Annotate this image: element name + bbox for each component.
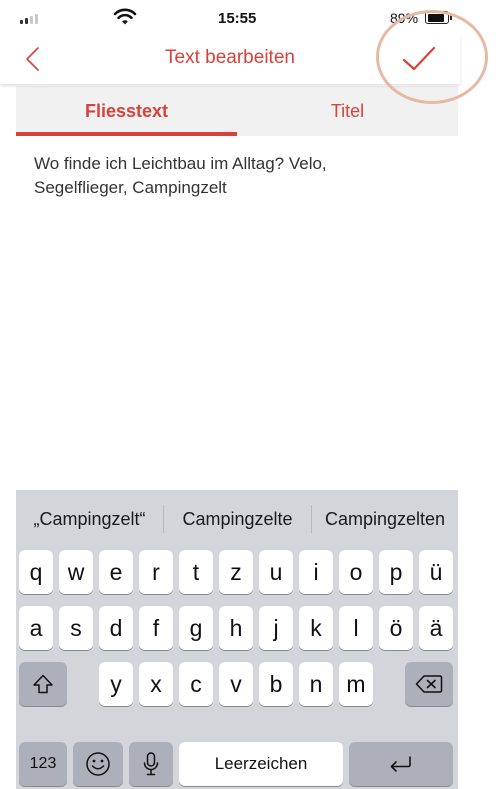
emoji-key[interactable] [73,742,123,786]
tab-selected-indicator [16,132,237,136]
battery-cap [450,15,452,20]
key-r[interactable]: r [139,550,173,594]
key-n[interactable]: n [299,662,333,706]
suggestion-3[interactable]: Campingzelten [312,490,458,548]
key-y[interactable]: y [99,662,133,706]
wifi-icon [113,8,137,25]
return-icon [390,756,411,772]
key-t[interactable]: t [179,550,213,594]
tab-titel[interactable]: Titel [237,86,458,136]
key-o[interactable]: o [339,550,373,594]
key-x[interactable]: x [139,662,173,706]
key-g[interactable]: g [179,606,213,650]
key-c[interactable]: c [179,662,213,706]
key-i[interactable]: i [299,550,333,594]
key-s[interactable]: s [59,606,93,650]
key-oe[interactable]: ö [379,606,413,650]
battery-percentage: 89% [390,10,419,26]
checkmark-icon[interactable] [396,38,442,80]
key-ae[interactable]: ä [419,606,453,650]
shift-icon [33,674,53,694]
key-j[interactable]: j [259,606,293,650]
suggestion-2[interactable]: Campingzelte [164,490,311,548]
suggestion-bar: „Campingzelt“ Campingzelte Campingzelten [16,490,458,548]
tab-bar: Fliesstext Titel [16,86,458,136]
key-m[interactable]: m [339,662,373,706]
backspace-key[interactable] [405,662,453,706]
key-ue[interactable]: ü [419,550,453,594]
microphone-icon [143,752,159,776]
backspace-icon [415,675,443,693]
status-time: 15:55 [218,10,257,27]
key-h[interactable]: h [219,606,253,650]
key-k[interactable]: k [299,606,333,650]
page-title: Text bearbeiten [165,47,295,68]
status-bar: 15:55 89% [0,0,460,34]
numbers-key[interactable]: 123 [19,742,67,786]
suggestion-1[interactable]: „Campingzelt“ [16,490,163,548]
key-l[interactable]: l [339,606,373,650]
signal-icon [20,14,38,24]
shift-key[interactable] [19,662,67,706]
emoji-icon [86,752,110,776]
nav-bar: Text bearbeiten [0,34,460,84]
key-f[interactable]: f [139,606,173,650]
battery-icon [425,11,449,24]
return-key[interactable] [349,742,453,786]
space-key[interactable]: Leerzeichen [179,742,343,786]
tab-fliesstext[interactable]: Fliesstext [16,86,237,136]
key-d[interactable]: d [99,606,133,650]
keyboard: „Campingzelt“ Campingzelte Campingzelten… [16,490,458,789]
key-w[interactable]: w [59,550,93,594]
key-a[interactable]: a [19,606,53,650]
key-v[interactable]: v [219,662,253,706]
key-b[interactable]: b [259,662,293,706]
key-q[interactable]: q [19,550,53,594]
key-z[interactable]: z [219,550,253,594]
battery-level-fill [427,13,444,22]
key-p[interactable]: p [379,550,413,594]
key-u[interactable]: u [259,550,293,594]
microphone-key[interactable] [129,742,173,786]
key-e[interactable]: e [99,550,133,594]
text-editor[interactable]: Wo finde ich Leichtbau im Alltag? Velo, … [34,152,394,200]
space-key-label: Leerzeichen [214,754,308,773]
right-margin [460,0,496,789]
app-screen: 15:55 89% Text bearbeiten Fliesstext Tit… [0,0,488,789]
numbers-key-label: 123 [29,755,57,772]
